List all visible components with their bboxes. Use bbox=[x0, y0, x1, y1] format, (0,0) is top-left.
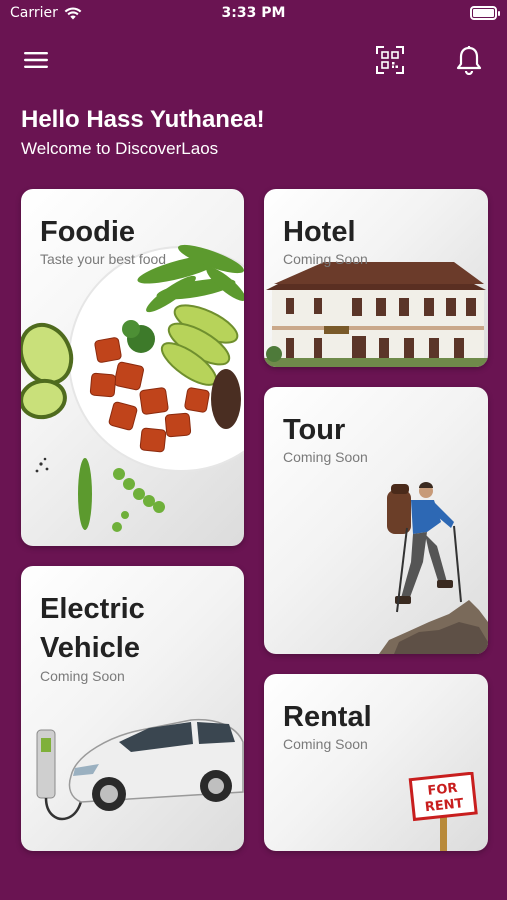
greeting-title: Hello Hass Yuthanea! bbox=[21, 106, 265, 133]
tour-title: Tour bbox=[283, 414, 346, 446]
for-rent-sign-image: FOR RENT bbox=[408, 772, 478, 851]
electric-car-image bbox=[36, 718, 244, 821]
hotel-building-image bbox=[264, 262, 488, 367]
qr-scan-button[interactable] bbox=[372, 42, 408, 78]
rental-title: Rental bbox=[283, 701, 372, 733]
foodie-title: Foodie bbox=[40, 216, 136, 248]
battery-icon bbox=[470, 6, 500, 20]
ev-subtitle: Coming Soon bbox=[40, 668, 125, 684]
menu-button[interactable] bbox=[20, 44, 52, 76]
status-time: 3:33 PM bbox=[221, 5, 286, 21]
hotel-title: Hotel bbox=[283, 216, 356, 248]
rental-subtitle: Coming Soon bbox=[283, 736, 368, 752]
hiker-image bbox=[379, 482, 488, 654]
ev-title-line2: Vehicle bbox=[40, 632, 140, 665]
bell-icon bbox=[456, 46, 482, 75]
sign-text-for: FOR bbox=[427, 781, 458, 799]
foodie-card[interactable]: Foodie Taste your best food bbox=[21, 189, 244, 546]
qr-scan-icon bbox=[376, 46, 404, 74]
hamburger-menu-icon bbox=[24, 52, 48, 68]
welcome-subtitle: Welcome to DiscoverLaos bbox=[21, 139, 219, 158]
status-bar: Carrier 3:33 PM bbox=[0, 0, 507, 28]
hotel-card[interactable]: Hotel Coming Soon bbox=[264, 189, 488, 367]
food-bowl-image bbox=[21, 244, 244, 532]
ev-title: Electric Vehicle bbox=[40, 590, 145, 668]
tour-card[interactable]: Tour Coming Soon bbox=[264, 387, 488, 654]
ev-title-line1: Electric bbox=[40, 593, 145, 625]
foodie-subtitle: Taste your best food bbox=[40, 251, 167, 267]
tour-subtitle: Coming Soon bbox=[283, 449, 368, 465]
hotel-subtitle: Coming Soon bbox=[283, 251, 368, 267]
rental-card[interactable]: FOR RENT Rental Coming Soon bbox=[264, 674, 488, 851]
notifications-button[interactable] bbox=[451, 42, 487, 78]
electric-vehicle-card[interactable]: Electric Vehicle Coming Soon bbox=[21, 566, 244, 851]
